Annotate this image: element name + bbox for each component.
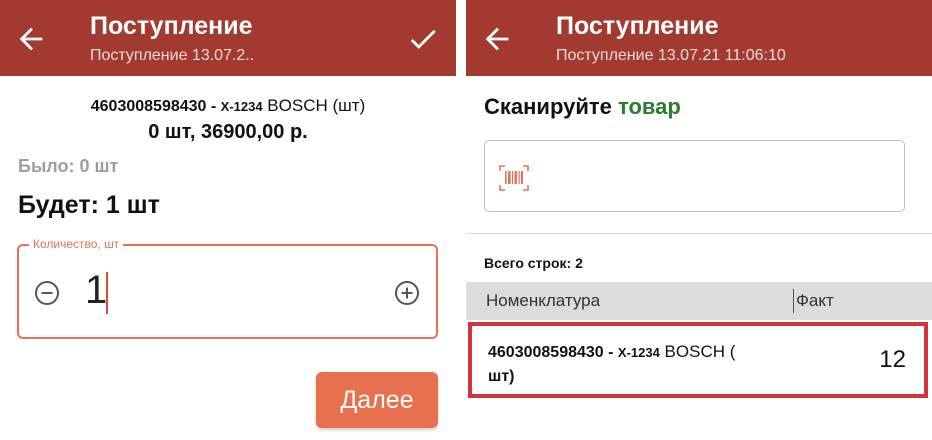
text-caret	[106, 272, 108, 314]
row-separator: -	[603, 344, 618, 361]
row-code: 4603008598430	[488, 344, 604, 361]
column-separator	[793, 289, 794, 313]
quantity-value[interactable]: 1	[85, 268, 107, 313]
product-title: 4603008598430 - X-1234 BOSCH (шт)	[0, 96, 456, 116]
back-arrow-icon[interactable]	[14, 22, 48, 56]
row-item-name: 4603008598430 - X-1234 BOSCH ( шт)	[488, 340, 788, 389]
scan-prompt-text: Сканируйте	[484, 94, 618, 119]
header-title: Поступление	[90, 12, 253, 40]
row-fact-value: 12	[879, 346, 906, 373]
next-button[interactable]: Далее	[316, 372, 438, 428]
quantity-field[interactable]: Количество, шт 1	[17, 237, 438, 339]
product-brand: BOSCH (шт)	[262, 96, 366, 115]
back-arrow-icon[interactable]	[480, 22, 514, 56]
header-subtitle: Поступление 13.07.21 11:06:10	[556, 47, 786, 64]
row-model: X-1234	[617, 345, 660, 360]
barcode-input[interactable]	[484, 140, 905, 212]
header-subtitle: Поступление 13.07.2..	[90, 47, 255, 64]
app-header: Поступление Поступление 13.07.21 11:06:1…	[466, 0, 932, 76]
product-code: 4603008598430	[90, 98, 207, 115]
was-quantity: Было: 0 шт	[18, 156, 119, 176]
will-quantity: Будет: 1 шт	[18, 191, 160, 219]
left-screen: Поступление Поступление 13.07.2.. 460300…	[0, 0, 456, 440]
header-title: Поступление	[556, 12, 719, 40]
scan-prompt-accent: товар	[617, 94, 681, 119]
price-line: 0 шт, 36900,00 р.	[148, 121, 308, 143]
minus-circle-icon[interactable]	[34, 280, 60, 306]
scan-prompt: Сканируйте товар	[484, 94, 681, 120]
divider	[466, 233, 932, 234]
plus-circle-icon[interactable]	[394, 280, 420, 306]
check-icon[interactable]	[406, 22, 440, 56]
column-header-name[interactable]: Номенклатура	[486, 291, 600, 311]
right-screen: Поступление Поступление 13.07.21 11:06:1…	[466, 0, 932, 440]
row-unit: шт)	[488, 368, 515, 385]
barcode-icon[interactable]	[499, 165, 529, 191]
table-header: Номенклатура Факт	[466, 282, 932, 320]
app-header: Поступление Поступление 13.07.2..	[0, 0, 456, 76]
row-brand: BOSCH (	[659, 342, 736, 361]
column-header-fact[interactable]: Факт	[796, 291, 834, 311]
product-model: X-1234	[220, 99, 263, 114]
table-row[interactable]: 4603008598430 - X-1234 BOSCH ( шт) 12	[468, 322, 928, 398]
product-separator: -	[206, 98, 221, 115]
total-rows: Всего строк: 2	[484, 255, 583, 271]
quantity-label: Количество, шт	[29, 237, 124, 251]
